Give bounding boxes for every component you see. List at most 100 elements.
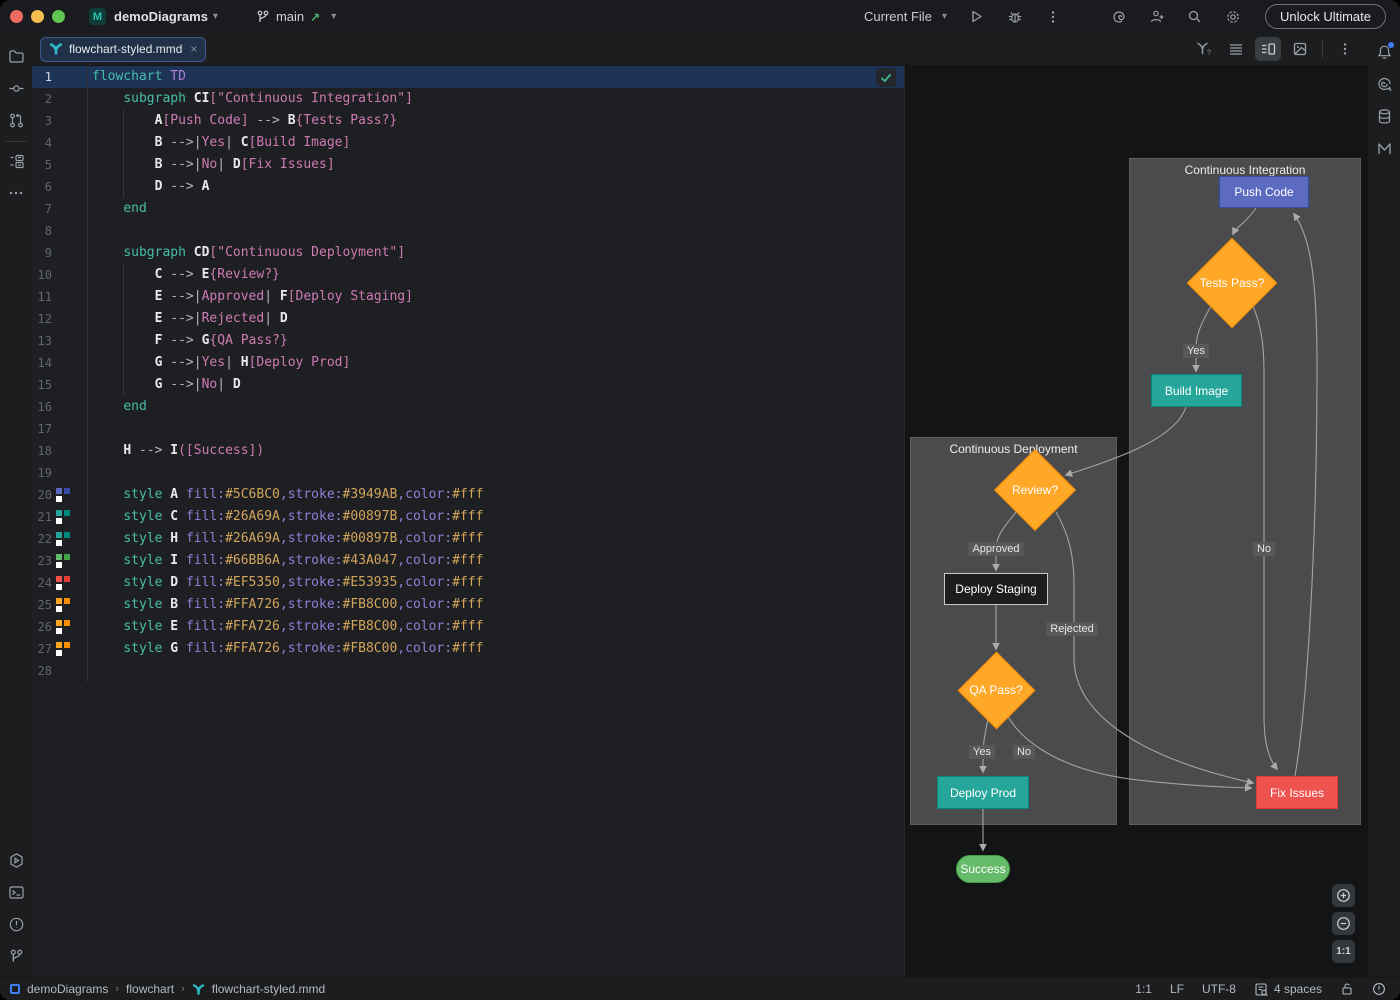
editor-options-button[interactable] — [1332, 37, 1358, 61]
ai-chat-tool-button[interactable] — [1371, 71, 1397, 97]
code-text: end — [88, 396, 147, 418]
gear-icon — [1225, 9, 1241, 25]
code-line[interactable]: 22 style H fill:#26A69A,stroke:#00897B,c… — [32, 528, 904, 550]
readonly-toggle[interactable] — [1340, 982, 1354, 996]
edge-G-D — [1008, 716, 1251, 788]
code-line[interactable]: 28 — [32, 660, 904, 682]
code-text: end — [88, 198, 147, 220]
line-ending-widget[interactable]: LF — [1170, 982, 1184, 996]
mermaid-help-button[interactable]: ? — [1191, 37, 1217, 61]
caret-position-widget[interactable]: 1:1 — [1135, 982, 1152, 996]
project-widget-icon — [10, 984, 20, 994]
line-number: 5 — [32, 154, 52, 176]
code-line[interactable]: 11 E -->|Approved| F[Deploy Staging] — [32, 286, 904, 308]
code-line[interactable]: 7 end — [32, 198, 904, 220]
code-line[interactable]: 13 F --> G{QA Pass?} — [32, 330, 904, 352]
code-line[interactable]: 24 style D fill:#EF5350,stroke:#E53935,c… — [32, 572, 904, 594]
code-line[interactable]: 4 B -->|Yes| C[Build Image] — [32, 132, 904, 154]
gutter-color-swatches[interactable] — [56, 532, 70, 546]
code-line[interactable]: 6 D --> A — [32, 176, 904, 198]
gutter-color-swatches[interactable] — [56, 598, 70, 612]
run-button[interactable] — [963, 5, 991, 29]
version-control-tool-button[interactable] — [3, 943, 29, 969]
commit-tool-button[interactable] — [3, 75, 29, 101]
tab-flowchart-styled[interactable]: flowchart-styled.mmd × — [40, 37, 206, 62]
code-editor[interactable]: 1flowchart TD2 subgraph CI["Continuous I… — [32, 66, 904, 977]
project-name[interactable]: demoDiagrams — [114, 9, 208, 24]
breadcrumb-file[interactable]: flowchart-styled.mmd — [212, 982, 325, 996]
code-line[interactable]: 25 style B fill:#FFA726,stroke:#FB8C00,c… — [32, 594, 904, 616]
vcs-widget[interactable]: main ↗ ▾ — [256, 9, 336, 24]
minimize-window-button[interactable] — [31, 10, 44, 23]
more-tool-windows-button[interactable] — [3, 180, 29, 206]
settings-button[interactable] — [1219, 5, 1247, 29]
zoom-out-button[interactable] — [1332, 912, 1355, 935]
split-view-button[interactable] — [1255, 37, 1281, 61]
terminal-icon — [8, 884, 25, 901]
code-text: C --> E{Review?} — [88, 264, 280, 286]
ai-assistant-button[interactable] — [1105, 5, 1133, 29]
gutter-color-swatches[interactable] — [56, 554, 70, 568]
code-line[interactable]: 17 — [32, 418, 904, 440]
code-line[interactable]: 18 H --> I([Success]) — [32, 440, 904, 462]
code-line[interactable]: 12 E -->|Rejected| D — [32, 308, 904, 330]
run-configuration-selector[interactable]: Current File▾ — [864, 9, 947, 24]
indent-settings-icon — [1254, 982, 1269, 997]
code-line[interactable]: 26 style E fill:#FFA726,stroke:#FB8C00,c… — [32, 616, 904, 638]
code-line[interactable]: 27 style G fill:#FFA726,stroke:#FB8C00,c… — [32, 638, 904, 660]
gutter-color-swatches[interactable] — [56, 576, 70, 590]
code-with-me-button[interactable] — [1143, 5, 1171, 29]
gutter-color-swatches[interactable] — [56, 488, 70, 502]
inspections-status-widget[interactable] — [876, 68, 896, 87]
mermaid-tool-button[interactable] — [1371, 135, 1397, 161]
push-arrow-icon: ↗ — [310, 10, 320, 24]
code-line[interactable]: 16 end — [32, 396, 904, 418]
mermaid-diagram-preview[interactable]: Continuous IntegrationContinuous Deploym… — [904, 66, 1368, 977]
search-icon — [1187, 9, 1202, 24]
gutter-color-swatches[interactable] — [56, 510, 70, 524]
close-window-button[interactable] — [10, 10, 23, 23]
breadcrumb-project[interactable]: demoDiagrams — [27, 982, 108, 996]
services-tool-button[interactable] — [3, 847, 29, 873]
pull-requests-tool-button[interactable] — [3, 107, 29, 133]
code-line[interactable]: 1flowchart TD — [32, 66, 904, 88]
search-everywhere-button[interactable] — [1181, 5, 1209, 29]
code-line[interactable]: 20 style A fill:#5C6BC0,stroke:#3949AB,c… — [32, 484, 904, 506]
encoding-widget[interactable]: UTF-8 — [1202, 982, 1236, 996]
error-analysis-widget[interactable] — [1372, 982, 1386, 996]
database-tool-button[interactable] — [1371, 103, 1397, 129]
maximize-window-button[interactable] — [52, 10, 65, 23]
code-line[interactable]: 15 G -->|No| D — [32, 374, 904, 396]
mermaid-question-icon: ? — [1195, 41, 1213, 57]
code-line[interactable]: 9 subgraph CD["Continuous Deployment"] — [32, 242, 904, 264]
code-line[interactable]: 5 B -->|No| D[Fix Issues] — [32, 154, 904, 176]
terminal-tool-button[interactable] — [3, 879, 29, 905]
code-line[interactable]: 23 style I fill:#66BB6A,stroke:#43A047,c… — [32, 550, 904, 572]
chevron-right-icon: › — [181, 983, 185, 995]
structure-tool-button[interactable] — [3, 148, 29, 174]
zoom-in-button[interactable] — [1332, 884, 1355, 907]
code-line[interactable]: 10 C --> E{Review?} — [32, 264, 904, 286]
more-actions-button[interactable] — [1039, 5, 1067, 29]
unlock-ultimate-button[interactable]: Unlock Ultimate — [1265, 4, 1386, 29]
preview-only-view-button[interactable] — [1287, 37, 1313, 61]
notifications-button[interactable] — [1371, 39, 1397, 65]
actual-size-button[interactable]: 1:1 — [1332, 940, 1355, 963]
code-line[interactable]: 3 A[Push Code] --> B{Tests Pass?} — [32, 110, 904, 132]
close-tab-icon[interactable]: × — [190, 42, 197, 56]
gutter-color-swatches[interactable] — [56, 620, 70, 634]
code-line[interactable]: 2 subgraph CI["Continuous Integration"] — [32, 88, 904, 110]
editor-only-view-button[interactable] — [1223, 37, 1249, 61]
indent-widget[interactable]: 4 spaces — [1254, 982, 1322, 997]
code-line[interactable]: 14 G -->|Yes| H[Deploy Prod] — [32, 352, 904, 374]
code-line[interactable]: 8 — [32, 220, 904, 242]
code-line[interactable]: 19 — [32, 462, 904, 484]
project-tool-button[interactable] — [3, 43, 29, 69]
gutter-color-swatches[interactable] — [56, 642, 70, 656]
code-line[interactable]: 21 style C fill:#26A69A,stroke:#00897B,c… — [32, 506, 904, 528]
debug-button[interactable] — [1001, 5, 1029, 29]
problems-tool-button[interactable] — [3, 911, 29, 937]
code-text: style B fill:#FFA726,stroke:#FB8C00,colo… — [88, 594, 483, 616]
line-number: 24 — [32, 572, 52, 594]
breadcrumb-folder[interactable]: flowchart — [126, 982, 174, 996]
